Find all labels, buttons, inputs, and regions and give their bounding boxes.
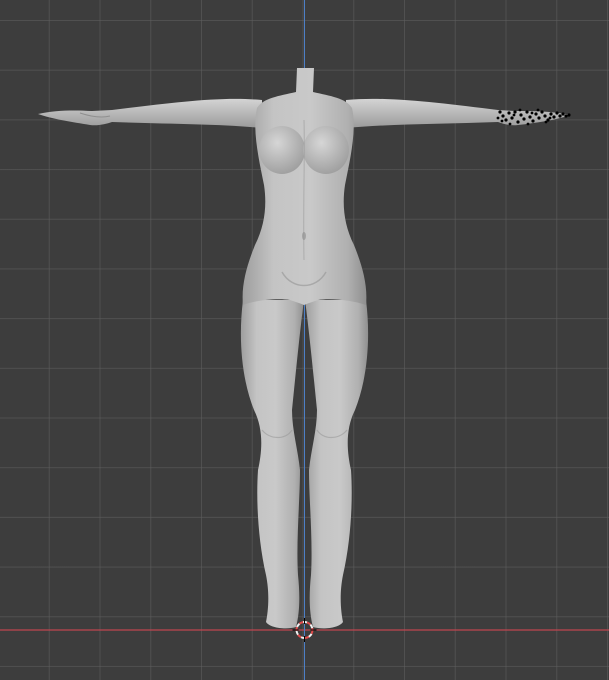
- right-breast: [303, 126, 349, 174]
- torso[interactable]: [242, 68, 367, 305]
- left-leg[interactable]: [240, 300, 304, 629]
- 3d-viewport[interactable]: [0, 0, 609, 680]
- left-breast: [259, 126, 305, 174]
- viewport-canvas[interactable]: [0, 0, 609, 680]
- navel: [302, 232, 306, 240]
- right-leg[interactable]: [305, 300, 369, 629]
- left-arm[interactable]: [38, 98, 262, 128]
